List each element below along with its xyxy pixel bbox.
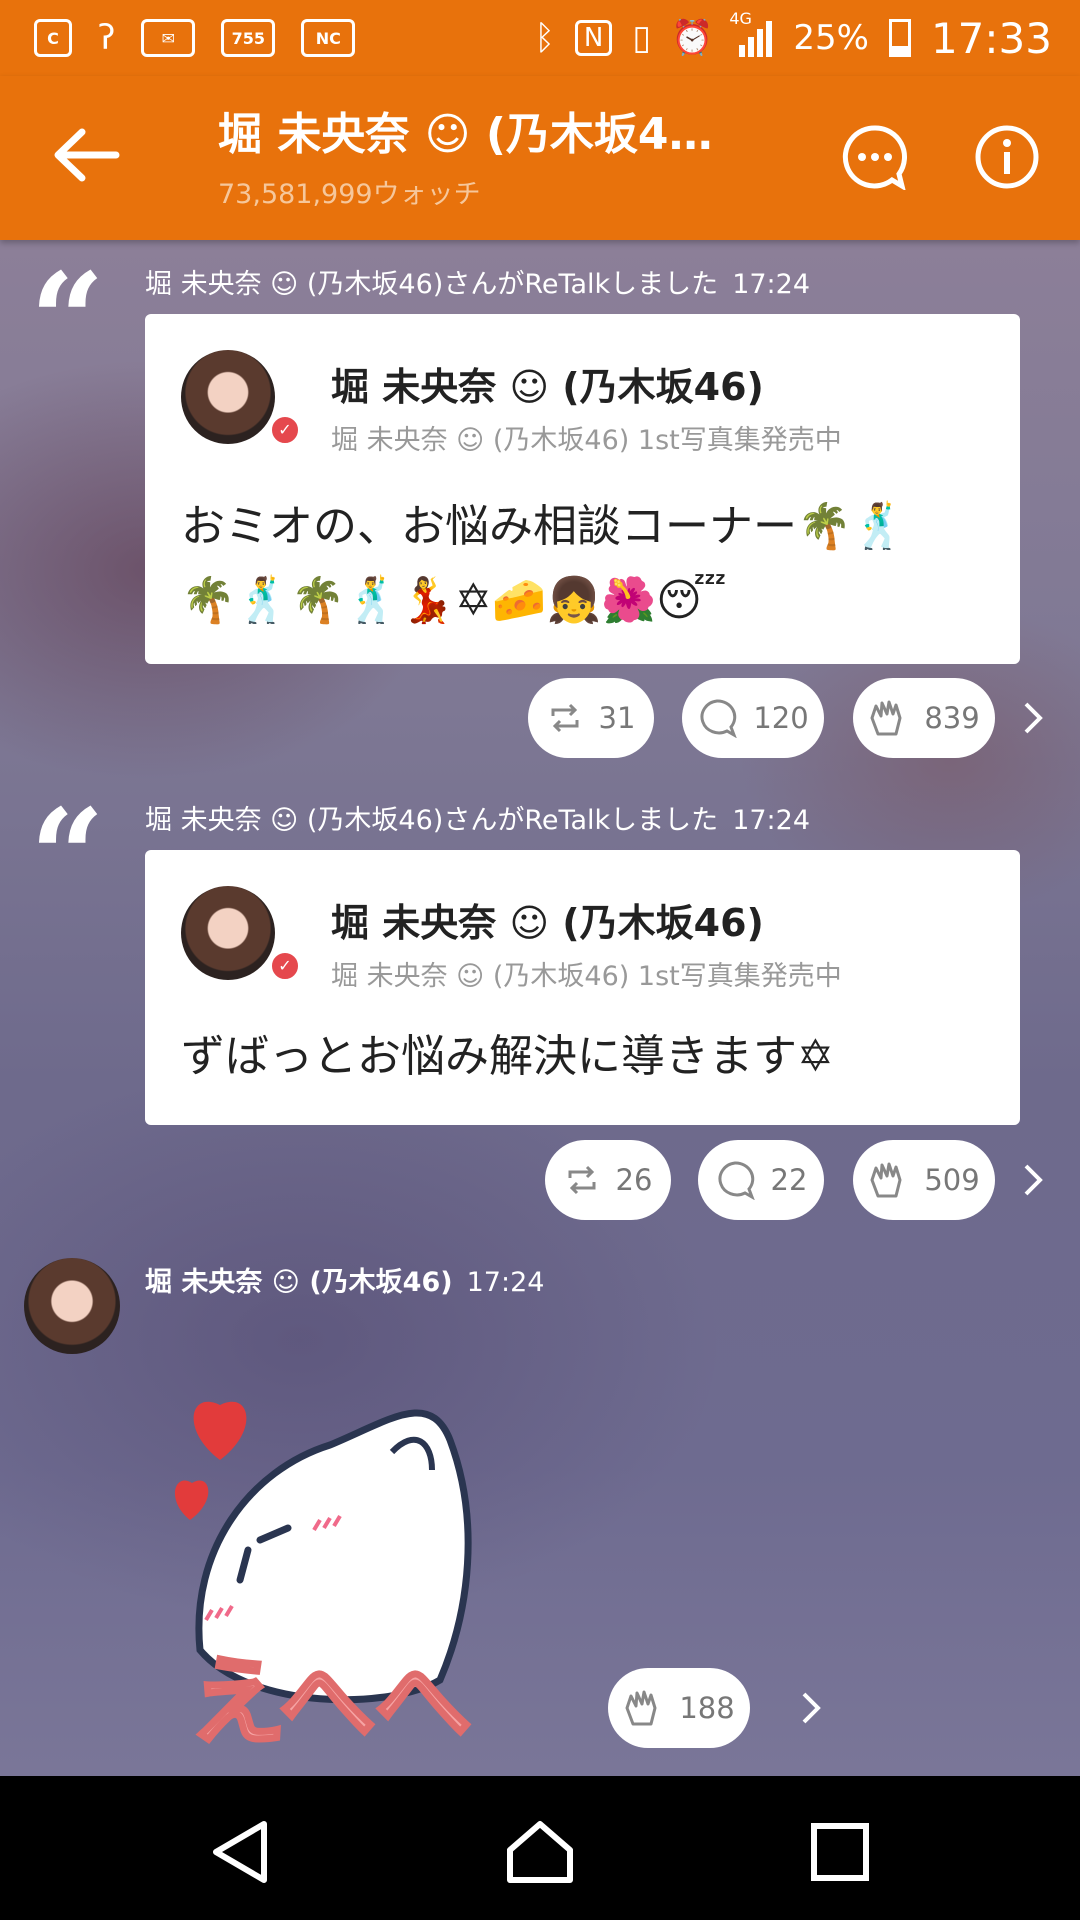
chevron-right-icon[interactable] <box>1018 698 1048 738</box>
retalk-meta: 堀 未央奈 ☺ (乃木坂46)さんがReTalkしました 17:24 <box>145 262 810 301</box>
battery-icon <box>888 19 911 57</box>
verified-badge-icon: ✓ <box>269 414 301 446</box>
retalk-button[interactable]: 31 <box>528 678 654 758</box>
back-arrow-icon[interactable] <box>50 124 120 186</box>
applause-count: 509 <box>924 1163 980 1197</box>
nc-icon: NC <box>301 19 356 57</box>
comment-count: 22 <box>770 1163 808 1197</box>
applause-count: 839 <box>924 701 980 735</box>
applause-icon <box>870 700 902 736</box>
system-nav-bar <box>0 1776 1080 1920</box>
applause-button[interactable]: 188 <box>608 1668 750 1748</box>
chat-icon[interactable] <box>842 124 908 190</box>
vibrate-icon: ▯ <box>632 18 652 58</box>
retalk-time: 17:24 <box>732 805 810 836</box>
comment-button[interactable]: 22 <box>698 1140 824 1220</box>
heart-icon <box>174 1401 247 1520</box>
avatar[interactable] <box>24 1258 120 1354</box>
alarm-icon: ⏰ <box>671 18 714 58</box>
chevron-right-icon[interactable] <box>1018 1160 1048 1200</box>
applause-button[interactable]: 839 <box>853 678 995 758</box>
nav-home-icon[interactable] <box>500 1812 580 1892</box>
post-time: 17:24 <box>466 1267 545 1298</box>
sim-icon: C <box>34 19 72 57</box>
nav-recents-icon[interactable] <box>800 1812 880 1892</box>
signal-icon <box>733 19 773 57</box>
card-author: 堀 未央奈 ☺ (乃木坂46) <box>331 901 764 945</box>
card-text-line: おミオの、お悩み相談コーナー🌴🕺 <box>181 501 907 552</box>
comment-icon <box>700 699 738 738</box>
watch-count: 73,581,999ウォッチ <box>218 179 481 210</box>
avatar[interactable] <box>181 886 275 980</box>
retalk-count: 31 <box>598 701 636 735</box>
bluetooth-icon: ᛒ <box>534 18 555 58</box>
retalk-quote-icon: “ <box>30 256 105 336</box>
applause-button[interactable]: 509 <box>853 1140 995 1220</box>
page-title: 堀 未央奈 ☺ (乃木坂46) <box>218 109 718 160</box>
applause-count: 188 <box>679 1691 735 1725</box>
card-profile: 堀 未央奈 ☺ (乃木坂46) 1st写真集発売中 <box>331 425 842 456</box>
applause-icon <box>625 1690 657 1726</box>
clock: 17:33 <box>930 13 1052 63</box>
card-text: ずばっとお悩み解決に導きます✡ <box>181 1020 991 1094</box>
battery-percent: 25% <box>793 18 869 58</box>
retalk-meta-text: 堀 未央奈 ☺ (乃木坂46)さんがReTalkしました <box>145 805 719 836</box>
post-meta: 堀 未央奈 ☺ (乃木坂46) 17:24 <box>145 1260 544 1299</box>
nav-back-icon[interactable] <box>202 1812 282 1892</box>
talk-feed[interactable]: “ 堀 未央奈 ☺ (乃木坂46)さんがReTalkしました 17:24 ✓ 堀 … <box>0 240 1080 1776</box>
sticker-text: えへへ <box>190 1649 471 1750</box>
post-author: 堀 未央奈 ☺ (乃木坂46) <box>145 1267 453 1298</box>
card-text: おミオの、お悩み相談コーナー🌴🕺 🌴🕺🌴🕺💃✡🧀👧🌺😴 <box>181 490 991 638</box>
nfc-icon: N <box>574 20 613 56</box>
app-bar: 堀 未央奈 ☺ (乃木坂46) 73,581,999ウォッチ <box>0 76 1080 240</box>
avatar[interactable] <box>181 350 275 444</box>
comment-icon <box>718 1161 755 1200</box>
card-text-line: ずばっとお悩み解決に導きます✡ <box>181 1031 834 1082</box>
hearing-icon: ʔ <box>98 18 116 58</box>
comment-button[interactable]: 120 <box>682 678 824 758</box>
mail-icon: ✉ <box>141 19 196 57</box>
retalk-icon <box>551 703 579 733</box>
app-755-icon: 755 <box>221 19 276 57</box>
card-profile: 堀 未央奈 ☺ (乃木坂46) 1st写真集発売中 <box>331 961 842 992</box>
info-icon[interactable] <box>974 124 1040 190</box>
card-text-line: 🌴🕺🌴🕺💃✡🧀👧🌺😴 <box>181 575 727 626</box>
applause-icon <box>870 1162 902 1198</box>
retalk-icon <box>568 1165 596 1195</box>
retalk-meta: 堀 未央奈 ☺ (乃木坂46)さんがReTalkしました 17:24 <box>145 798 810 837</box>
chevron-right-icon[interactable] <box>796 1688 826 1728</box>
retalk-meta-text: 堀 未央奈 ☺ (乃木坂46)さんがReTalkしました <box>145 269 719 300</box>
status-bar: C ʔ ✉ 755 NC ᛒ N ▯ ⏰ 4G 25% 17:33 <box>0 0 1080 76</box>
card-author: 堀 未央奈 ☺ (乃木坂46) <box>331 365 764 409</box>
comment-count: 120 <box>753 701 809 735</box>
retalk-quote-icon: “ <box>30 792 105 872</box>
retalk-count: 26 <box>615 1163 653 1197</box>
sticker-image[interactable]: えへへ <box>170 1350 570 1750</box>
retalk-button[interactable]: 26 <box>545 1140 671 1220</box>
retalk-card[interactable]: ✓ 堀 未央奈 ☺ (乃木坂46) 堀 未央奈 ☺ (乃木坂46) 1st写真集… <box>145 850 1020 1125</box>
verified-badge-icon: ✓ <box>269 950 301 982</box>
retalk-time: 17:24 <box>732 269 810 300</box>
retalk-card[interactable]: ✓ 堀 未央奈 ☺ (乃木坂46) 堀 未央奈 ☺ (乃木坂46) 1st写真集… <box>145 314 1020 664</box>
